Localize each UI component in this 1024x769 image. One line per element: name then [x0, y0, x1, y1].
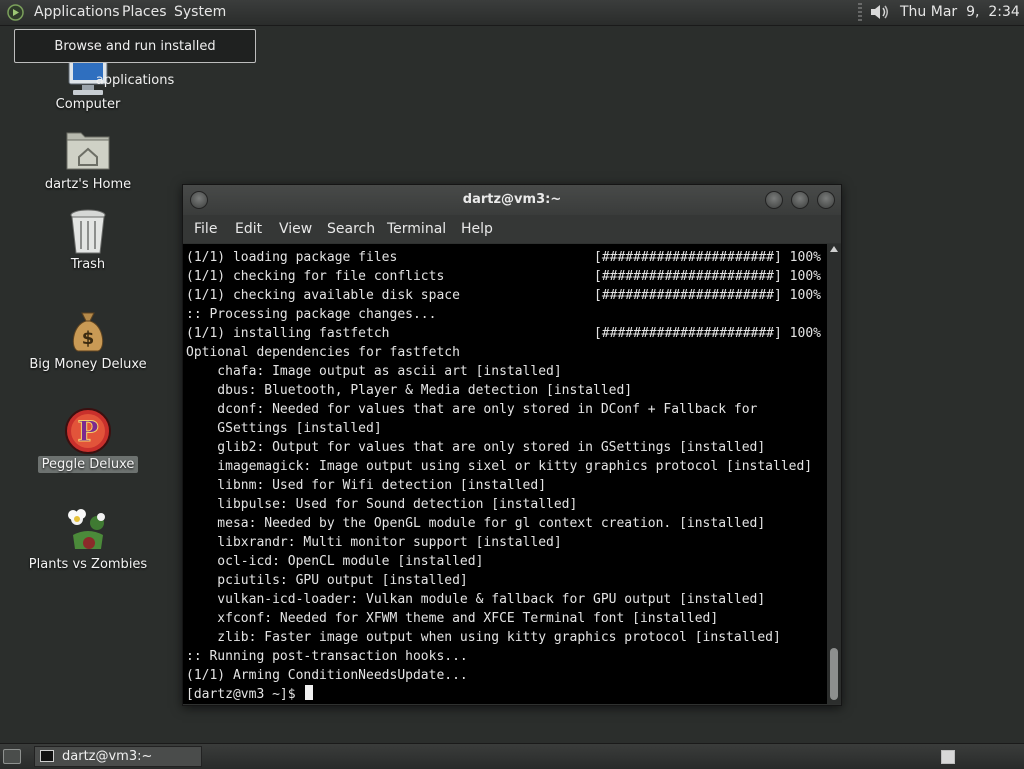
- menu-view[interactable]: View: [279, 221, 312, 237]
- bottom-panel: dartz@vm3:~: [0, 743, 1024, 769]
- terminal-line: ocl-icd: OpenCL module [installed]: [186, 554, 484, 569]
- terminal-progress: [######################] 100%: [594, 326, 821, 341]
- terminal-scrollbar[interactable]: [827, 244, 841, 704]
- window-menu-button[interactable]: [190, 191, 208, 209]
- plants-vs-zombies-icon: [68, 509, 105, 549]
- money-bag-icon: $: [72, 312, 104, 352]
- taskbar-button-label: dartz@vm3:~: [62, 749, 153, 764]
- system-menu[interactable]: System: [174, 4, 226, 20]
- terminal-line: libpulse: Used for Sound detection [inst…: [186, 497, 578, 512]
- terminal-line: dbus: Bluetooth, Player & Media detectio…: [186, 383, 633, 398]
- terminal-progress: [######################] 100%: [594, 250, 821, 265]
- terminal-line: chafa: Image output as ascii art [instal…: [186, 364, 562, 379]
- desktop-icon-peggle[interactable]: P Peggle Deluxe: [13, 405, 163, 475]
- taskbar-button-terminal[interactable]: dartz@vm3:~: [34, 746, 202, 767]
- terminal-line: (1/1) installing fastfetch: [186, 326, 390, 341]
- menu-help[interactable]: Help: [461, 221, 493, 237]
- scrollbar-thumb[interactable]: [830, 648, 838, 700]
- terminal-prompt-line[interactable]: [dartz@vm3 ~]$: [186, 685, 314, 704]
- clock[interactable]: Thu Mar 9, 2:34 PM: [900, 4, 1024, 20]
- terminal-line: pciutils: GPU output [installed]: [186, 573, 468, 588]
- home-folder-icon: [66, 132, 110, 170]
- terminal-progress: [######################] 100%: [594, 269, 821, 284]
- terminal-line: (1/1) Arming ConditionNeedsUpdate...: [186, 668, 468, 683]
- applications-tooltip: Browse and run installed applications: [14, 29, 256, 88]
- window-titlebar[interactable]: dartz@vm3:~: [183, 185, 841, 215]
- terminal-line: (1/1) checking available disk space: [186, 288, 460, 303]
- terminal-menubar: File Edit View Search Terminal Help: [183, 215, 841, 243]
- terminal-line: xfconf: Needed for XFWM theme and XFCE T…: [186, 611, 719, 626]
- minimize-button[interactable]: [765, 191, 783, 209]
- menu-terminal[interactable]: Terminal: [387, 221, 446, 237]
- volume-icon[interactable]: [868, 2, 892, 22]
- terminal-line: GSettings [installed]: [186, 421, 382, 436]
- window-title: dartz@vm3:~: [462, 192, 562, 207]
- terminal-line: libnm: Used for Wifi detection [installe…: [186, 478, 547, 493]
- terminal-line: dconf: Needed for values that are only s…: [186, 402, 758, 417]
- show-desktop-icon[interactable]: [3, 749, 21, 764]
- desktop-label: Big Money Deluxe: [29, 357, 147, 372]
- scroll-up-arrow-icon[interactable]: [830, 246, 838, 252]
- peggle-icon: P: [65, 408, 111, 454]
- applications-menu[interactable]: Applications: [34, 4, 120, 20]
- terminal-line: libxrandr: Multi monitor support [instal…: [186, 535, 562, 550]
- terminal-progress: [######################] 100%: [594, 288, 821, 303]
- desktop-label: Computer: [55, 97, 121, 112]
- desktop-label: Plants vs Zombies: [28, 557, 148, 572]
- svg-text:P: P: [77, 415, 98, 448]
- workspace-switcher[interactable]: [941, 750, 955, 764]
- close-button[interactable]: [817, 191, 835, 209]
- terminal-icon: [40, 750, 54, 762]
- desktop-label: Trash: [70, 257, 106, 272]
- places-menu[interactable]: Places: [122, 4, 167, 20]
- terminal-line: imagemagick: Image output using sixel or…: [186, 459, 813, 474]
- terminal-output[interactable]: (1/1) loading package files [############…: [183, 244, 827, 704]
- svg-text:$: $: [82, 328, 95, 349]
- terminal-prompt: [dartz@vm3 ~]$: [186, 687, 304, 702]
- terminal-line: mesa: Needed by the OpenGL module for gl…: [186, 516, 766, 531]
- panel-separator: [858, 3, 862, 21]
- desktop-label: Peggle Deluxe: [13, 456, 163, 473]
- terminal-window[interactable]: dartz@vm3:~ File Edit View Search Termin…: [182, 184, 842, 706]
- desktop-icon-big-money[interactable]: $ Big Money Deluxe: [13, 307, 163, 377]
- terminal-line: :: Running post-transaction hooks...: [186, 649, 468, 664]
- applications-menu-icon[interactable]: [7, 4, 24, 21]
- text-cursor: [305, 685, 314, 700]
- terminal-line: zlib: Faster image output when using kit…: [186, 630, 781, 645]
- terminal-line: vulkan-icd-loader: Vulkan module & fallb…: [186, 592, 766, 607]
- menu-edit[interactable]: Edit: [235, 221, 262, 237]
- terminal-line: Optional dependencies for fastfetch: [186, 345, 460, 360]
- top-panel: Applications Places System Thu Mar 9, 2:…: [0, 0, 1024, 26]
- desktop-label: dartz's Home: [44, 177, 132, 192]
- maximize-button[interactable]: [791, 191, 809, 209]
- menu-search[interactable]: Search: [327, 221, 375, 237]
- desktop-icon-plants-vs-zombies[interactable]: Plants vs Zombies: [13, 505, 163, 575]
- trash-icon: [70, 209, 106, 254]
- desktop-icon-trash[interactable]: Trash: [13, 207, 163, 277]
- terminal-line: (1/1) loading package files: [186, 250, 398, 265]
- terminal-line: glib2: Output for values that are only s…: [186, 440, 766, 455]
- terminal-line: (1/1) checking for file conflicts: [186, 269, 445, 284]
- desktop-icon-home[interactable]: dartz's Home: [13, 127, 163, 197]
- menu-file[interactable]: File: [194, 221, 217, 237]
- terminal-line: :: Processing package changes...: [186, 307, 437, 322]
